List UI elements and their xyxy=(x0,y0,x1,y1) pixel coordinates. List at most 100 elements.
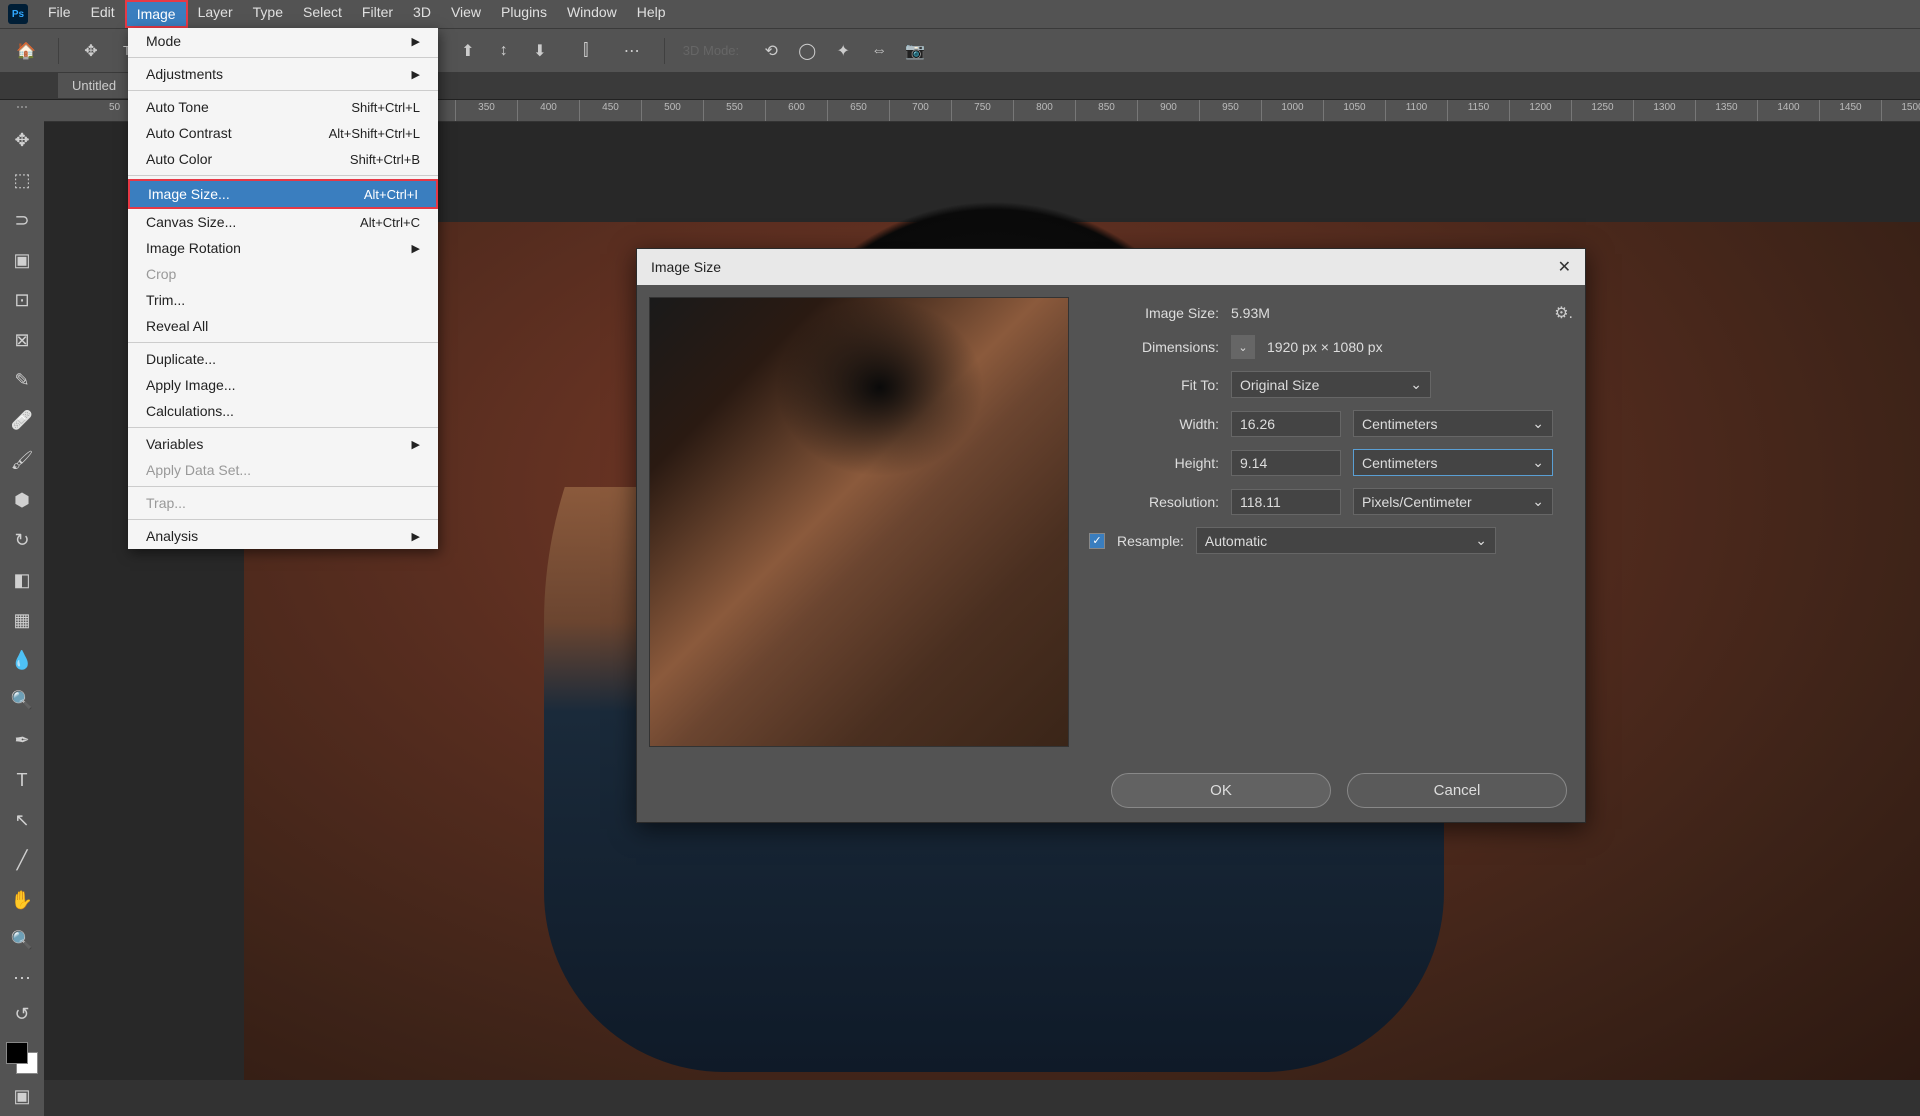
dimensions-label: Dimensions: xyxy=(1089,339,1219,355)
resample-label: Resample: xyxy=(1117,533,1184,549)
pen-tool[interactable]: ✒ xyxy=(6,724,38,756)
image-menu-dropdown: Mode▶Adjustments▶Auto ToneShift+Ctrl+LAu… xyxy=(128,28,438,549)
move-tool-icon[interactable]: ✥ xyxy=(77,37,105,65)
fit-to-select[interactable]: Original Size⌄ xyxy=(1231,371,1431,398)
line-tool[interactable]: ╱ xyxy=(6,844,38,876)
height-unit-select[interactable]: Centimeters⌄ xyxy=(1353,449,1553,476)
menu-select[interactable]: Select xyxy=(293,0,352,28)
gear-icon[interactable]: ⚙. xyxy=(1554,303,1573,323)
dialog-titlebar[interactable]: Image Size ✕ xyxy=(637,249,1585,285)
move-tool[interactable]: ✥ xyxy=(6,124,38,156)
object-select-tool[interactable]: ▣ xyxy=(6,244,38,276)
menu-item-apply-image-[interactable]: Apply Image... xyxy=(128,372,438,398)
foreground-color[interactable] xyxy=(6,1042,28,1064)
frame-tool[interactable]: ⊠ xyxy=(6,324,38,356)
valign-middle-icon[interactable]: ↕ xyxy=(490,37,518,65)
menu-item-analysis[interactable]: Analysis▶ xyxy=(128,523,438,549)
close-icon[interactable]: ✕ xyxy=(1558,257,1571,277)
menu-layer[interactable]: Layer xyxy=(188,0,243,28)
menu-item-variables[interactable]: Variables▶ xyxy=(128,431,438,457)
menu-item-auto-color[interactable]: Auto ColorShift+Ctrl+B xyxy=(128,146,438,172)
more-align-icon[interactable]: ⫿ xyxy=(572,37,600,65)
edit-toolbar[interactable]: ↺ xyxy=(6,1000,38,1028)
gradient-tool[interactable]: ▦ xyxy=(6,604,38,636)
camera-icon[interactable]: 📷 xyxy=(901,37,929,65)
chevron-down-icon: ⌄ xyxy=(1410,376,1422,393)
roll-icon[interactable]: ◯ xyxy=(793,37,821,65)
menu-view[interactable]: View xyxy=(441,0,491,28)
menu-item-image-rotation[interactable]: Image Rotation▶ xyxy=(128,235,438,261)
image-size-value: 5.93M xyxy=(1231,305,1270,321)
resolution-label: Resolution: xyxy=(1089,494,1219,510)
menu-help[interactable]: Help xyxy=(627,0,676,28)
zoom-tool[interactable]: 🔍 xyxy=(6,924,38,956)
eyedropper-tool[interactable]: ✎ xyxy=(6,364,38,396)
more-options-icon[interactable]: ⋯ xyxy=(618,37,646,65)
menu-file[interactable]: File xyxy=(38,0,81,28)
height-input[interactable] xyxy=(1231,450,1341,476)
crop-tool[interactable]: ⊡ xyxy=(6,284,38,316)
menu-item-trap-: Trap... xyxy=(128,490,438,516)
color-swatches[interactable] xyxy=(6,1042,38,1074)
quick-mask[interactable]: ▣ xyxy=(6,1082,38,1110)
menu-item-apply-data-set-: Apply Data Set... xyxy=(128,457,438,483)
resample-select[interactable]: Automatic⌄ xyxy=(1196,527,1496,554)
3d-mode-label: 3D Mode: xyxy=(683,43,739,58)
ok-button[interactable]: OK xyxy=(1111,773,1331,808)
resample-checkbox[interactable]: ✓ xyxy=(1089,533,1105,549)
menu-filter[interactable]: Filter xyxy=(352,0,403,28)
submenu-arrow-icon: ▶ xyxy=(412,530,420,543)
menu-item-duplicate-[interactable]: Duplicate... xyxy=(128,346,438,372)
eraser-tool[interactable]: ◧ xyxy=(6,564,38,596)
menu-item-mode[interactable]: Mode▶ xyxy=(128,28,438,54)
menu-edit[interactable]: Edit xyxy=(81,0,125,28)
3d-tools-group: ⟲ ◯ ✦ ⇔ 📷 xyxy=(757,37,929,65)
dodge-tool[interactable]: 🔍 xyxy=(6,684,38,716)
more-tools[interactable]: ⋯ xyxy=(6,964,38,992)
menu-plugins[interactable]: Plugins xyxy=(491,0,557,28)
preview-thumbnail[interactable] xyxy=(649,297,1069,747)
width-input[interactable] xyxy=(1231,411,1341,437)
orbit-icon[interactable]: ⟲ xyxy=(757,37,785,65)
stamp-tool[interactable]: ⬢ xyxy=(6,484,38,516)
resolution-unit-select[interactable]: Pixels/Centimeter⌄ xyxy=(1353,488,1553,515)
menu-type[interactable]: Type xyxy=(243,0,293,28)
path-select-tool[interactable]: ↖ xyxy=(6,804,38,836)
brush-tool[interactable]: 🖌 xyxy=(6,444,38,476)
healing-tool[interactable]: 🩹 xyxy=(6,404,38,436)
menu-3d[interactable]: 3D xyxy=(403,0,441,28)
menu-item-canvas-size-[interactable]: Canvas Size...Alt+Ctrl+C xyxy=(128,209,438,235)
type-tool[interactable]: T xyxy=(6,764,38,796)
fit-to-label: Fit To: xyxy=(1089,377,1219,393)
marquee-tool[interactable]: ⬚ xyxy=(6,164,38,196)
valign-top-icon[interactable]: ⬆ xyxy=(454,37,482,65)
menu-image[interactable]: Image xyxy=(125,0,188,28)
menu-item-auto-tone[interactable]: Auto ToneShift+Ctrl+L xyxy=(128,94,438,120)
menu-item-trim-[interactable]: Trim... xyxy=(128,287,438,313)
pan-icon[interactable]: ✦ xyxy=(829,37,857,65)
toolbar-handle[interactable] xyxy=(9,106,35,112)
valign-bottom-icon[interactable]: ⬇ xyxy=(526,37,554,65)
history-brush-tool[interactable]: ↻ xyxy=(6,524,38,556)
menu-item-adjustments[interactable]: Adjustments▶ xyxy=(128,61,438,87)
width-unit-select[interactable]: Centimeters⌄ xyxy=(1353,410,1553,437)
menu-item-reveal-all[interactable]: Reveal All xyxy=(128,313,438,339)
cancel-button[interactable]: Cancel xyxy=(1347,773,1567,808)
menu-window[interactable]: Window xyxy=(557,0,627,28)
blur-tool[interactable]: 💧 xyxy=(6,644,38,676)
lasso-tool[interactable]: ⊃ xyxy=(6,204,38,236)
home-icon[interactable]: 🏠 xyxy=(12,37,40,65)
resolution-input[interactable] xyxy=(1231,489,1341,515)
submenu-arrow-icon: ▶ xyxy=(412,438,420,451)
menu-item-image-size-[interactable]: Image Size...Alt+Ctrl+I xyxy=(128,179,438,209)
menu-item-calculations-[interactable]: Calculations... xyxy=(128,398,438,424)
dimensions-unit-toggle[interactable]: ⌄ xyxy=(1231,335,1255,359)
image-size-label: Image Size: xyxy=(1089,305,1219,321)
dimensions-value: 1920 px × 1080 px xyxy=(1267,339,1383,355)
slide-icon[interactable]: ⇔ xyxy=(865,37,893,65)
chevron-down-icon: ⌄ xyxy=(1532,415,1544,432)
hand-tool[interactable]: ✋ xyxy=(6,884,38,916)
menu-item-crop: Crop xyxy=(128,261,438,287)
document-tab[interactable]: Untitled xyxy=(58,73,130,98)
menu-item-auto-contrast[interactable]: Auto ContrastAlt+Shift+Ctrl+L xyxy=(128,120,438,146)
